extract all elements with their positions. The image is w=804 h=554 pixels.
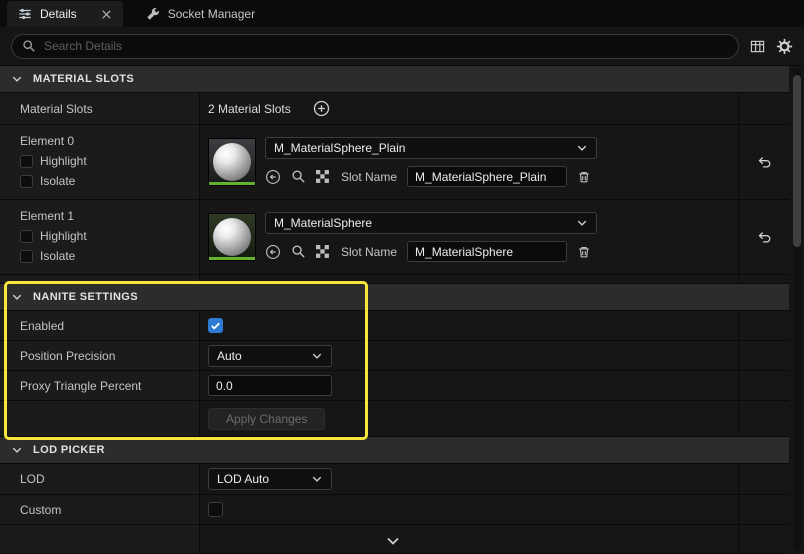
slot-name-label: Slot Name <box>341 169 398 184</box>
material-element-row-0: Element 0 Highlight Isolate M_MaterialSp… <box>0 125 789 200</box>
material-element-row-1: Element 1 Highlight Isolate M_MaterialSp… <box>0 200 789 275</box>
element-name: Element 0 <box>20 134 75 148</box>
spacer-row <box>0 275 789 284</box>
pick-asset-icon[interactable] <box>316 170 329 183</box>
trash-icon[interactable] <box>577 245 591 259</box>
trash-icon[interactable] <box>577 170 591 184</box>
nanite-enabled-checkbox[interactable] <box>208 318 223 333</box>
element-name: Element 1 <box>20 209 75 223</box>
section-title-material-slots: MATERIAL SLOTS <box>33 73 135 85</box>
lod-select-value: LOD Auto <box>217 472 270 486</box>
position-precision-select[interactable]: Auto <box>208 344 332 367</box>
highlight-label: Highlight <box>40 154 87 168</box>
highlight-checkbox[interactable] <box>20 229 33 243</box>
tab-details[interactable]: Details <box>7 1 123 27</box>
enabled-label: Enabled <box>20 318 65 333</box>
scrollbar-track[interactable] <box>793 68 801 551</box>
material-select-value: M_MaterialSphere_Plain <box>274 141 406 155</box>
highlight-label: Highlight <box>40 229 87 243</box>
chevron-down-icon <box>576 217 588 229</box>
browse-to-asset-icon[interactable] <box>291 244 306 259</box>
material-select[interactable]: M_MaterialSphere_Plain <box>265 137 597 159</box>
position-precision-row: Position Precision Auto <box>0 341 789 371</box>
custom-row: Custom <box>0 495 789 525</box>
slot-name-input[interactable] <box>407 166 568 187</box>
lod-label: LOD <box>20 472 45 486</box>
chevron-down-icon <box>11 291 23 303</box>
custom-checkbox[interactable] <box>208 502 223 517</box>
lod-row: LOD LOD Auto <box>0 464 789 495</box>
section-header-nanite-settings[interactable]: NANITE SETTINGS <box>0 284 789 311</box>
material-slots-count: 2 Material Slots <box>208 101 291 116</box>
gear-icon[interactable] <box>776 38 793 55</box>
search-input[interactable] <box>44 39 728 53</box>
wrench-icon <box>146 7 160 21</box>
apply-changes-row: Apply Changes <box>0 401 789 437</box>
chevron-down-icon <box>11 444 23 456</box>
material-thumbnail[interactable] <box>208 138 256 186</box>
reset-to-default-button[interactable] <box>756 154 772 170</box>
tab-socket-manager-label: Socket Manager <box>167 7 256 21</box>
custom-label: Custom <box>20 502 62 517</box>
scrollbar-thumb[interactable] <box>793 75 801 247</box>
proxy-triangle-row: Proxy Triangle Percent <box>0 371 789 401</box>
material-select-value: M_MaterialSphere <box>274 216 373 230</box>
isolate-checkbox[interactable] <box>20 249 33 263</box>
browse-to-asset-icon[interactable] <box>291 169 306 184</box>
asset-type-underline <box>209 257 255 260</box>
material-sphere-preview <box>213 143 251 181</box>
isolate-label: Isolate <box>40 174 76 188</box>
details-body: MATERIAL SLOTS Material Slots 2 Material… <box>0 66 789 554</box>
section-header-material-slots[interactable]: MATERIAL SLOTS <box>0 66 789 93</box>
use-selected-asset-icon[interactable] <box>265 169 281 185</box>
material-thumbnail[interactable] <box>208 213 256 261</box>
tab-bar: Details Socket Manager <box>0 0 804 27</box>
reset-to-default-button[interactable] <box>756 229 772 245</box>
position-precision-label: Position Precision <box>20 348 116 363</box>
slot-name-input[interactable] <box>407 241 568 262</box>
asset-type-underline <box>209 182 255 185</box>
isolate-label: Isolate <box>40 249 76 263</box>
chevron-down-icon <box>311 350 323 362</box>
section-title-nanite-settings: NANITE SETTINGS <box>33 291 139 303</box>
material-select[interactable]: M_MaterialSphere <box>265 212 597 234</box>
proxy-triangle-input[interactable] <box>208 375 332 396</box>
search-icon <box>22 39 36 53</box>
tab-socket-manager[interactable]: Socket Manager <box>135 1 266 27</box>
search-row <box>0 27 804 66</box>
details-panel-window: Details Socket Manager Search Details MA… <box>0 0 804 554</box>
search-box <box>11 33 739 59</box>
add-material-slot-button[interactable] <box>313 100 330 117</box>
tab-details-label: Details <box>40 7 77 21</box>
proxy-triangle-label: Proxy Triangle Percent <box>20 378 142 393</box>
toolbar-icons <box>750 38 793 55</box>
chevron-down-icon <box>576 142 588 154</box>
lod-select[interactable]: LOD Auto <box>208 468 332 490</box>
material-slots-label: Material Slots <box>20 101 93 116</box>
scroll-down-chevron-icon[interactable] <box>385 533 401 549</box>
section-header-lod-picker[interactable]: LOD PICKER <box>0 437 789 464</box>
section-title-lod-picker: LOD PICKER <box>33 444 105 456</box>
nanite-enabled-row: Enabled <box>0 311 789 341</box>
isolate-checkbox[interactable] <box>20 174 33 188</box>
chevron-down-icon <box>11 73 23 85</box>
highlight-checkbox[interactable] <box>20 154 33 168</box>
use-selected-asset-icon[interactable] <box>265 244 281 260</box>
view-options-icon[interactable] <box>750 39 765 54</box>
close-icon[interactable] <box>101 9 112 20</box>
chevron-down-icon <box>311 473 323 485</box>
pick-asset-icon[interactable] <box>316 245 329 258</box>
material-slots-count-row: Material Slots 2 Material Slots <box>0 93 789 125</box>
sliders-icon <box>18 7 32 21</box>
material-sphere-preview <box>213 218 251 256</box>
slot-name-label: Slot Name <box>341 244 398 259</box>
apply-changes-button[interactable]: Apply Changes <box>208 407 326 430</box>
position-precision-value: Auto <box>217 348 242 363</box>
